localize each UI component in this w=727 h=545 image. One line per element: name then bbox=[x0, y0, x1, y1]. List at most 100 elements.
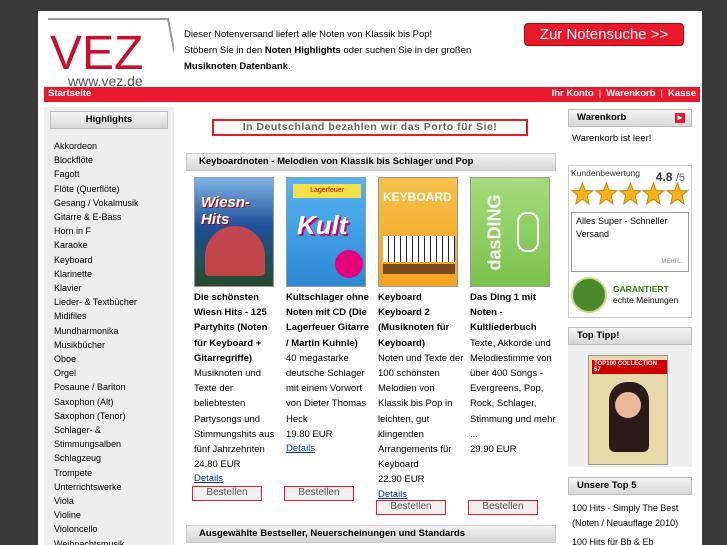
sidebar-item[interactable]: Keyboard bbox=[54, 253, 174, 267]
page: VEZ www.vez.de Dieser Notenversand liefe… bbox=[38, 11, 702, 545]
product-description: 40 megastarke deutsche Schlager mit eine… bbox=[286, 352, 367, 425]
nav-home-link[interactable]: Startseite bbox=[48, 88, 91, 99]
sidebar-item[interactable]: Schlager- & bbox=[54, 423, 174, 437]
top5-item[interactable]: 100 Hits - Simply The Best (Noten / Neua… bbox=[572, 501, 688, 531]
sidebar-item[interactable]: Karaoke bbox=[54, 238, 174, 252]
highlights-link[interactable]: Noten Highlights bbox=[265, 45, 341, 56]
sidebar-item[interactable]: Midifiles bbox=[54, 309, 174, 323]
product-card: dasDING Das Ding 1 mit Noten - Kultliede… bbox=[470, 177, 556, 457]
sidebar-item[interactable]: Mundharmonika bbox=[54, 324, 174, 338]
keyboard-section-heading: Keyboardnoten - Melodien von Klassik bis… bbox=[186, 153, 556, 171]
order-button[interactable]: Bestellen bbox=[284, 486, 354, 501]
sidebar-item[interactable]: Klarinette bbox=[54, 267, 174, 281]
sidebar-item[interactable]: Klavier bbox=[54, 281, 174, 295]
star-icon bbox=[594, 182, 618, 205]
sidebar-item[interactable]: Schlagzeug bbox=[54, 451, 174, 465]
arrow-right-icon[interactable]: ► bbox=[675, 113, 685, 123]
top-tip-heading: Top Tipp! bbox=[568, 327, 692, 345]
top-tip-cover[interactable]: TOP100 COLLECTION 57 bbox=[588, 355, 668, 465]
nav-cart-link[interactable]: Warenkorb bbox=[606, 88, 655, 99]
product-title[interactable]: Das Ding 1 mit Noten - Kultliederbuch bbox=[470, 290, 556, 336]
product-cover[interactable]: dasDING bbox=[470, 177, 550, 287]
star-icon bbox=[666, 182, 689, 205]
details-link[interactable]: Details bbox=[194, 472, 280, 486]
star-rating bbox=[571, 182, 689, 208]
nav-user-links: Ihr Konto | Warenkorb | Kasse bbox=[551, 88, 696, 99]
product-cover[interactable]: Wiesn-Hits bbox=[194, 177, 274, 287]
top-tip-box: Top Tipp! TOP100 COLLECTION 57 bbox=[568, 327, 692, 467]
top5-heading: Unsere Top 5 bbox=[568, 477, 692, 495]
sidebar-item[interactable]: Gitarre & E-Bass bbox=[54, 210, 174, 224]
product-cover[interactable]: KEYBOARD bbox=[378, 177, 458, 287]
vez-logo[interactable]: VEZ www.vez.de bbox=[46, 17, 183, 92]
product-title[interactable]: Kultschlager ohne Noten mit CD (Die Lage… bbox=[286, 290, 372, 351]
sidebar-item[interactable]: Stimmungsalben bbox=[54, 437, 174, 451]
seal-icon bbox=[571, 277, 607, 313]
rating-score: 4.8 /5 bbox=[655, 170, 685, 184]
product-cover[interactable]: Lagerfeuer Kult bbox=[286, 177, 366, 287]
more-link[interactable]: MEHR... bbox=[661, 256, 684, 269]
free-shipping-banner[interactable]: In Deutschland bezahlen wir das Porto fü… bbox=[212, 119, 528, 136]
product-price: 24.80 EUR bbox=[194, 459, 241, 471]
order-button[interactable]: Bestellen bbox=[468, 500, 538, 515]
sidebar-item[interactable]: Weihnachtsmusik bbox=[54, 537, 174, 545]
sidebar-item[interactable]: Violoncello bbox=[54, 522, 174, 536]
note-search-button[interactable]: Zur Notensuche >> bbox=[524, 23, 684, 46]
sidebar-item[interactable]: Horn in F bbox=[54, 224, 174, 238]
product-price: 29.90 EUR bbox=[470, 444, 517, 456]
cart-empty-text: Warenkorb ist leer! bbox=[568, 127, 692, 150]
star-icon bbox=[571, 182, 594, 205]
sidebar-item[interactable]: Akkordeon bbox=[54, 139, 174, 153]
product-title[interactable]: Keyboard Keyboard 2 (Musiknoten für Keyb… bbox=[378, 290, 464, 351]
cart-heading[interactable]: Warenkorb ► bbox=[568, 109, 692, 127]
product-description: Noten und Texte der 100 schönsten Melodi… bbox=[378, 352, 464, 471]
nav-checkout-link[interactable]: Kasse bbox=[668, 88, 696, 99]
top5-box: Unsere Top 5 100 Hits - Simply The Best … bbox=[568, 477, 692, 545]
order-button[interactable]: Bestellen bbox=[376, 500, 446, 515]
nav-account-link[interactable]: Ihr Konto bbox=[552, 88, 594, 99]
sidebar-item[interactable]: Violine bbox=[54, 508, 174, 522]
category-list: Akkordeon Blockflöte Fagott Flöte (Querflöt… bbox=[54, 139, 174, 545]
product-card: Lagerfeuer Kult Kultschlager ohne Noten … bbox=[286, 177, 372, 456]
star-icon bbox=[618, 182, 642, 205]
details-link[interactable]: Details bbox=[286, 442, 372, 456]
product-title[interactable]: Die schönsten Wiesn Hits - 125 Partyhits… bbox=[194, 290, 280, 366]
bestseller-section-heading: Ausgewählte Bestseller, Neuerscheinungen… bbox=[186, 525, 556, 543]
product-description: Musiknoten und Texte der beliebtesten Pa… bbox=[194, 368, 275, 456]
sidebar-item[interactable]: Musikbücher bbox=[54, 338, 174, 352]
review-snippet: Alles Super - Schneller Versand MEHR... bbox=[571, 212, 689, 272]
guarantee-seal: GARANTIERT echte Meinungen bbox=[571, 275, 689, 315]
intro-line-2: Stöbern Sie in den Noten Highlights oder… bbox=[184, 45, 472, 56]
database-link[interactable]: Musiknoten Datenbank bbox=[184, 61, 288, 72]
sidebar-item[interactable]: Trompete bbox=[54, 466, 174, 480]
highlights-sidebar: Highlights Akkordeon Blockflöte Fagott Flöt… bbox=[44, 107, 174, 545]
product-card: Wiesn-Hits Die schönsten Wiesn Hits - 12… bbox=[194, 177, 280, 486]
order-button[interactable]: Bestellen bbox=[192, 486, 262, 501]
intro-line-3: Musiknoten Datenbank. bbox=[184, 61, 291, 72]
sidebar-item[interactable]: Gesang / Vokalmusik bbox=[54, 196, 174, 210]
sidebar-item[interactable]: Lieder- & Textbücher bbox=[54, 295, 174, 309]
sidebar-item[interactable]: Saxophon (Tenor) bbox=[54, 409, 174, 423]
right-sidebar: Warenkorb ► Warenkorb ist leer! Kundenbe… bbox=[568, 107, 692, 545]
top5-list: 100 Hits - Simply The Best (Noten / Neua… bbox=[568, 495, 692, 545]
star-icon bbox=[642, 182, 666, 205]
sidebar-item[interactable]: Unterrichtswerke bbox=[54, 480, 174, 494]
top5-item[interactable]: 100 Hits für Bb & Eb Instrumente - Band … bbox=[572, 535, 688, 545]
sidebar-item[interactable]: Viola bbox=[54, 494, 174, 508]
rating-widget[interactable]: Kundenbewertung 4.8 /5 Alles Super - Sch… bbox=[568, 165, 692, 318]
product-price: 19.80 EUR bbox=[286, 428, 333, 440]
sidebar-item[interactable]: Oboe bbox=[54, 352, 174, 366]
cart-box: Warenkorb ► Warenkorb ist leer! bbox=[568, 109, 692, 150]
highlights-heading: Highlights bbox=[50, 111, 168, 129]
sidebar-item[interactable]: Flöte (Querflöte) bbox=[54, 182, 174, 196]
top-nav: Startseite Ihr Konto | Warenkorb | Kasse bbox=[44, 87, 700, 102]
sidebar-item[interactable]: Saxophon (Alt) bbox=[54, 395, 174, 409]
header-intro: Dieser Notenversand liefert alle Noten v… bbox=[184, 27, 514, 75]
intro-line-1: Dieser Notenversand liefert alle Noten v… bbox=[184, 29, 433, 40]
sidebar-item[interactable]: Blockflöte bbox=[54, 153, 174, 167]
sidebar-item[interactable]: Orgel bbox=[54, 366, 174, 380]
sidebar-item[interactable]: Posaune / Bariton bbox=[54, 380, 174, 394]
product-price: 22.90 EUR bbox=[378, 474, 425, 486]
sidebar-item[interactable]: Fagott bbox=[54, 167, 174, 181]
product-card: KEYBOARD Keyboard Keyboard 2 (Musiknoten… bbox=[378, 177, 464, 502]
